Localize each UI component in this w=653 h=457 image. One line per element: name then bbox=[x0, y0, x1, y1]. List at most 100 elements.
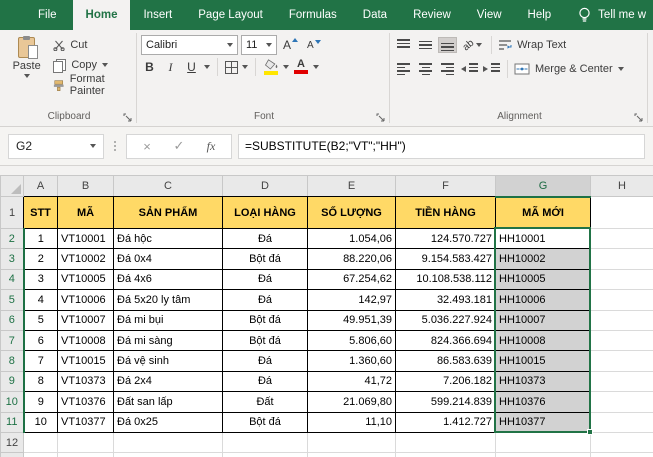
cell-san_pham-row11[interactable]: Đá 0x25 bbox=[114, 412, 223, 432]
row-header-4[interactable]: 4 bbox=[1, 269, 24, 289]
clipboard-dialog-launcher[interactable] bbox=[123, 113, 132, 122]
cell-loai_hang-row10[interactable]: Đất bbox=[223, 392, 308, 412]
cell-san_pham-row4[interactable]: Đá 4x6 bbox=[114, 269, 223, 289]
cell-loai_hang-row2[interactable]: Đá bbox=[223, 229, 308, 249]
empty-cell-row13[interactable] bbox=[396, 453, 496, 457]
copy-button[interactable]: Copy bbox=[53, 55, 134, 75]
empty-cell-row13[interactable] bbox=[114, 453, 223, 457]
name-box[interactable]: G2 bbox=[8, 134, 104, 159]
cell-so_luong-row3[interactable]: 88.220,06 bbox=[308, 249, 396, 269]
tab-insert[interactable]: Insert bbox=[130, 0, 185, 30]
cell-stt-row8[interactable]: 7 bbox=[24, 351, 58, 371]
row-header-12[interactable]: 12 bbox=[1, 432, 24, 452]
row-header-11[interactable]: 11 bbox=[1, 412, 24, 432]
increase-indent-button[interactable] bbox=[482, 61, 501, 77]
align-center-button[interactable] bbox=[416, 61, 435, 77]
merge-center-button[interactable]: Merge & Center bbox=[514, 59, 624, 79]
cell-ma_moi-row5[interactable]: HH10006 bbox=[496, 290, 591, 310]
wrap-text-button[interactable]: Wrap Text bbox=[498, 35, 566, 55]
cell-stt-row9[interactable]: 8 bbox=[24, 371, 58, 391]
cell-ma-row2[interactable]: VT10001 bbox=[58, 229, 114, 249]
row-header-2[interactable]: 2 bbox=[1, 229, 24, 249]
cell-stt-row7[interactable]: 6 bbox=[24, 330, 58, 350]
fill-color-dropdown-icon[interactable] bbox=[283, 65, 289, 69]
cell-ma-row5[interactable]: VT10006 bbox=[58, 290, 114, 310]
cell-ma_moi-row9[interactable]: HH10373 bbox=[496, 371, 591, 391]
cell-stt-row3[interactable]: 2 bbox=[24, 249, 58, 269]
align-bottom-button[interactable] bbox=[438, 37, 457, 53]
empty-cell-row13[interactable] bbox=[496, 453, 591, 457]
column-header-D[interactable]: D bbox=[223, 176, 308, 197]
column-header-C[interactable]: C bbox=[114, 176, 223, 197]
cell-H11[interactable] bbox=[591, 412, 653, 432]
cell-ma-row9[interactable]: VT10373 bbox=[58, 371, 114, 391]
cell-tien_hang-row7[interactable]: 824.366.694 bbox=[396, 330, 496, 350]
tab-home[interactable]: Home bbox=[73, 0, 131, 30]
cell-stt-row6[interactable]: 5 bbox=[24, 310, 58, 330]
cell-stt-row5[interactable]: 4 bbox=[24, 290, 58, 310]
cut-button[interactable]: Cut bbox=[53, 35, 134, 55]
cell-H1[interactable] bbox=[591, 197, 653, 229]
tab-data[interactable]: Data bbox=[350, 0, 400, 30]
empty-cell-row12[interactable] bbox=[114, 432, 223, 452]
column-header-H[interactable]: H bbox=[591, 176, 653, 197]
insert-function-icon[interactable]: fx bbox=[195, 139, 227, 154]
cell-ma_moi-row11[interactable]: HH10377 bbox=[496, 412, 591, 432]
cell-H9[interactable] bbox=[591, 371, 653, 391]
row-header-8[interactable]: 8 bbox=[1, 351, 24, 371]
bold-button[interactable]: B bbox=[141, 60, 158, 74]
empty-cell-row13[interactable] bbox=[24, 453, 58, 457]
cell-loai_hang-row4[interactable]: Đá bbox=[223, 269, 308, 289]
merge-center-dropdown-icon[interactable] bbox=[618, 67, 624, 71]
decrease-font-size-button[interactable]: A bbox=[304, 39, 324, 52]
cell-ma_moi-row8[interactable]: HH10015 bbox=[496, 351, 591, 371]
format-painter-button[interactable]: Format Painter bbox=[53, 75, 134, 95]
borders-dropdown-icon[interactable] bbox=[242, 65, 248, 69]
tell-me-box[interactable]: Tell me w bbox=[578, 0, 646, 30]
cell-so_luong-row9[interactable]: 41,72 bbox=[308, 371, 396, 391]
cell-tien_hang-row2[interactable]: 124.570.727 bbox=[396, 229, 496, 249]
increase-font-size-button[interactable]: A bbox=[280, 37, 301, 53]
font-color-button[interactable]: A bbox=[293, 60, 309, 74]
cell-tien_hang-row10[interactable]: 599.214.839 bbox=[396, 392, 496, 412]
cell-tien_hang-row3[interactable]: 9.154.583.427 bbox=[396, 249, 496, 269]
header-cell-ma_moi[interactable]: MÃ MỚI bbox=[496, 197, 591, 229]
tab-page-layout[interactable]: Page Layout bbox=[185, 0, 276, 30]
cell-loai_hang-row6[interactable]: Bột đá bbox=[223, 310, 308, 330]
header-cell-tien_hang[interactable]: TIỀN HÀNG bbox=[396, 197, 496, 229]
cell-ma-row4[interactable]: VT10005 bbox=[58, 269, 114, 289]
font-size-select[interactable]: 11 bbox=[241, 35, 277, 55]
cell-stt-row2[interactable]: 1 bbox=[24, 229, 58, 249]
tab-view[interactable]: View bbox=[464, 0, 515, 30]
cell-san_pham-row10[interactable]: Đất san lấp bbox=[114, 392, 223, 412]
cell-H10[interactable] bbox=[591, 392, 653, 412]
cell-loai_hang-row8[interactable]: Đá bbox=[223, 351, 308, 371]
cell-tien_hang-row9[interactable]: 7.206.182 bbox=[396, 371, 496, 391]
cell-so_luong-row10[interactable]: 21.069,80 bbox=[308, 392, 396, 412]
cell-san_pham-row6[interactable]: Đá mi bụi bbox=[114, 310, 223, 330]
cell-ma-row7[interactable]: VT10008 bbox=[58, 330, 114, 350]
cell-ma_moi-row6[interactable]: HH10007 bbox=[496, 310, 591, 330]
empty-cell-row13[interactable] bbox=[58, 453, 114, 457]
borders-icon[interactable] bbox=[225, 61, 238, 74]
cell-tien_hang-row5[interactable]: 32.493.181 bbox=[396, 290, 496, 310]
cell-san_pham-row3[interactable]: Đá 0x4 bbox=[114, 249, 223, 269]
cell-H6[interactable] bbox=[591, 310, 653, 330]
cell-H3[interactable] bbox=[591, 249, 653, 269]
cell-san_pham-row9[interactable]: Đá 2x4 bbox=[114, 371, 223, 391]
underline-button[interactable]: U bbox=[183, 60, 200, 74]
header-cell-san_pham[interactable]: SẢN PHẨM bbox=[114, 197, 223, 229]
tab-help[interactable]: Help bbox=[515, 0, 565, 30]
row-header-10[interactable]: 10 bbox=[1, 392, 24, 412]
column-header-G[interactable]: G bbox=[496, 176, 591, 197]
cell-tien_hang-row8[interactable]: 86.583.639 bbox=[396, 351, 496, 371]
cell-ma-row11[interactable]: VT10377 bbox=[58, 412, 114, 432]
cell-san_pham-row8[interactable]: Đá vệ sinh bbox=[114, 351, 223, 371]
select-all-corner[interactable] bbox=[1, 176, 24, 197]
cell-loai_hang-row5[interactable]: Đá bbox=[223, 290, 308, 310]
underline-dropdown-icon[interactable] bbox=[204, 65, 210, 69]
empty-cell-row13[interactable] bbox=[308, 453, 396, 457]
empty-cell-row12[interactable] bbox=[396, 432, 496, 452]
cell-so_luong-row5[interactable]: 142,97 bbox=[308, 290, 396, 310]
row-header-3[interactable]: 3 bbox=[1, 249, 24, 269]
